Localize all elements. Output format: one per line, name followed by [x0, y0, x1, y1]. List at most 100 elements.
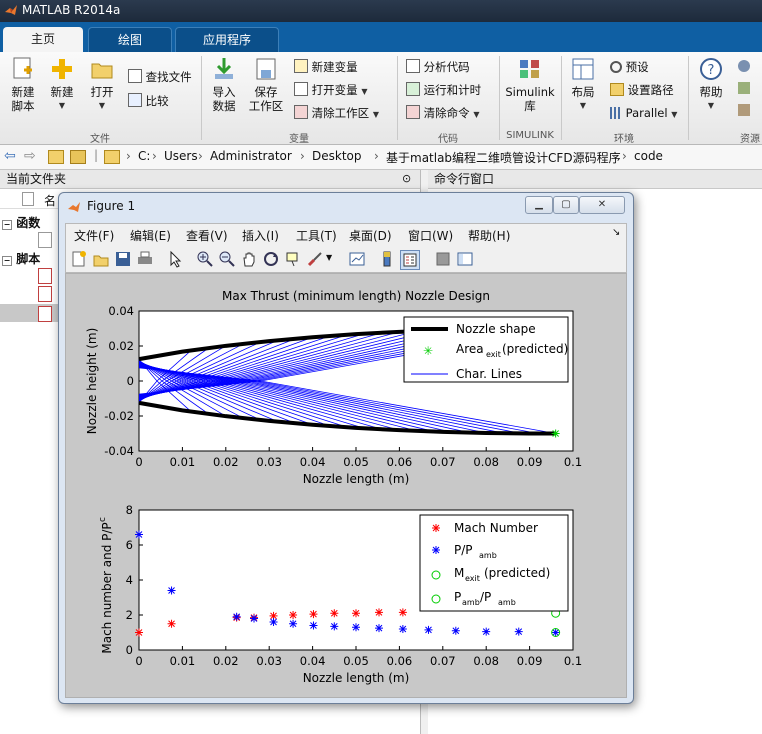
new-button[interactable]: 新建 ▼ — [44, 56, 80, 113]
help-icon: ? — [700, 58, 722, 80]
tab-home[interactable]: 主页 — [3, 27, 83, 52]
dock-arrow-icon[interactable]: ↘ — [612, 227, 620, 238]
open-variable-button[interactable]: 打开变量 ▼ — [294, 81, 367, 99]
y-tick-label: 0.02 — [108, 339, 134, 353]
tab-apps[interactable]: 应用程序 — [175, 27, 279, 53]
new-figure-icon[interactable] — [70, 250, 88, 268]
matlab-logo-icon — [68, 202, 80, 212]
simulink-icon — [520, 60, 539, 78]
figure-menu-item[interactable]: 文件(F) — [74, 227, 114, 244]
chevron-down-icon: ▼ — [579, 101, 587, 110]
open-file-icon[interactable] — [92, 250, 110, 268]
save-icon[interactable] — [114, 250, 132, 268]
legend-label: /P — [480, 590, 491, 604]
script-file-icon[interactable] — [38, 268, 52, 284]
figure-title-bar[interactable]: Figure 1 ▁ ▢ ✕ — [59, 193, 633, 221]
breadcrumb-item[interactable]: C: — [138, 149, 150, 163]
breadcrumb-item[interactable]: 基于matlab编程二维喷管设计CFD源码程序 — [386, 149, 621, 166]
figure-menu-item[interactable]: 帮助(H) — [468, 227, 510, 244]
tab-plots[interactable]: 绘图 — [88, 27, 172, 53]
figure-canvas[interactable]: Max Thrust (minimum length) Nozzle Desig… — [65, 273, 627, 698]
legend-icon[interactable] — [400, 250, 420, 270]
zoom-in-icon[interactable] — [196, 250, 214, 268]
minimize-button[interactable]: ▁ — [525, 196, 553, 214]
layout-button[interactable]: 布局 ▼ — [565, 56, 601, 113]
breadcrumb-separator[interactable]: › — [374, 149, 379, 163]
x-tick-label: 0.06 — [387, 654, 413, 668]
functions-group[interactable]: − 函数 — [2, 214, 40, 231]
figure-menu-bar: 文件(F) 编辑(E) 查看(V) 插入(I) 工具(T) 桌面(D) 窗口(W) 帮助(H)… — [65, 223, 627, 246]
function-file-icon[interactable] — [38, 232, 52, 248]
command-window-title: 命令行窗口 — [434, 172, 495, 186]
community-buttons-clipped[interactable] — [738, 58, 760, 128]
panel-menu-icon[interactable]: ⊙ — [402, 170, 411, 188]
legend-label-subscript: exit — [486, 350, 501, 359]
breadcrumb-separator[interactable]: › — [198, 149, 203, 163]
breadcrumb-separator[interactable]: › — [152, 149, 157, 163]
browse-folder-icon[interactable] — [70, 150, 86, 164]
new-variable-button[interactable]: 新建变量 — [294, 58, 358, 76]
forward-arrow-icon[interactable]: ⇨ — [24, 148, 36, 164]
breadcrumb-item[interactable]: Administrator — [210, 149, 292, 163]
clear-workspace-button[interactable]: 清除工作区 ▼ — [294, 104, 379, 122]
analyze-code-label: 分析代码 — [423, 60, 470, 74]
script-file-icon[interactable] — [38, 286, 52, 302]
brush-icon[interactable] — [306, 250, 324, 268]
plus-icon — [52, 59, 72, 79]
preferences-button[interactable]: 预设 — [610, 58, 649, 76]
help-button[interactable]: ? 帮助 ▼ — [693, 56, 729, 113]
new-script-button[interactable]: 新建 脚本 — [4, 56, 42, 113]
pan-hand-icon[interactable] — [240, 250, 258, 268]
y-tick-label: -0.04 — [104, 444, 134, 458]
collapse-icon: − — [2, 256, 12, 266]
clear-commands-button[interactable]: 清除命令 ▼ — [406, 104, 479, 122]
breadcrumb-separator[interactable]: › — [622, 149, 627, 163]
figure-menu-item[interactable]: 插入(I) — [242, 227, 279, 244]
figure-plots[interactable]: Max Thrust (minimum length) Nozzle Desig… — [66, 274, 626, 697]
breadcrumb-separator[interactable]: › — [126, 149, 131, 163]
set-path-button[interactable]: 设置路径 — [610, 81, 674, 99]
hide-plot-tools-icon[interactable] — [434, 250, 452, 268]
up-folder-icon[interactable] — [48, 150, 64, 164]
pointer-icon[interactable] — [166, 250, 184, 268]
back-arrow-icon[interactable]: ⇦ — [4, 148, 16, 164]
maximize-button[interactable]: ▢ — [553, 196, 579, 214]
save-workspace-button[interactable]: 保存 工作区 — [246, 56, 286, 113]
print-icon[interactable] — [136, 250, 154, 268]
figure-window[interactable]: Figure 1 ▁ ▢ ✕ 文件(F) 编辑(E) 查看(V) 插入(I) 工具(T)… — [58, 192, 634, 704]
figure-menu-item[interactable]: 编辑(E) — [130, 227, 171, 244]
analyze-code-button[interactable]: 分析代码 — [406, 58, 470, 76]
rotate-icon[interactable] — [262, 250, 280, 268]
x-tick-label: 0.01 — [170, 455, 196, 469]
zoom-out-icon[interactable] — [218, 250, 236, 268]
chevron-down-icon[interactable]: ▼ — [326, 253, 332, 262]
breadcrumb-item[interactable]: code — [634, 149, 663, 163]
open-button[interactable]: 打开 ▼ — [84, 56, 120, 113]
simulink-library-button[interactable]: Simulink 库 — [503, 56, 557, 113]
parallel-button[interactable]: Parallel ▼ — [610, 104, 677, 122]
figure-menu-item[interactable]: 窗口(W) — [408, 227, 453, 244]
colorbar-icon[interactable] — [378, 250, 396, 268]
star-marker — [309, 610, 318, 619]
x-tick-label: 0.07 — [430, 654, 456, 668]
figure-menu-item[interactable]: 查看(V) — [186, 227, 228, 244]
app-title: MATLAB R2014a — [22, 3, 121, 17]
show-plot-tools-icon[interactable] — [456, 250, 474, 268]
scripts-group[interactable]: − 脚本 — [2, 250, 40, 267]
find-files-button[interactable]: 查找文件 — [128, 68, 192, 86]
breadcrumb-item[interactable]: Users — [164, 149, 198, 163]
list-item-selected[interactable] — [0, 304, 60, 322]
compare-button[interactable]: 比较 — [128, 92, 169, 110]
import-data-button[interactable]: 导入 数据 — [206, 56, 242, 113]
chevron-down-icon: ▼ — [361, 87, 368, 96]
figure-menu-item[interactable]: 工具(T) — [296, 227, 337, 244]
breadcrumb-separator[interactable]: › — [300, 149, 305, 163]
run-and-time-button[interactable]: 运行和计时 — [406, 81, 481, 99]
new-label: 新建 — [50, 85, 74, 99]
layout-label: 布局 — [571, 85, 595, 99]
data-cursor-icon[interactable] — [284, 250, 302, 268]
close-button[interactable]: ✕ — [579, 196, 625, 214]
figure-menu-item[interactable]: 桌面(D) — [349, 227, 392, 244]
link-plot-icon[interactable] — [348, 250, 366, 268]
breadcrumb-item[interactable]: Desktop — [312, 149, 362, 163]
